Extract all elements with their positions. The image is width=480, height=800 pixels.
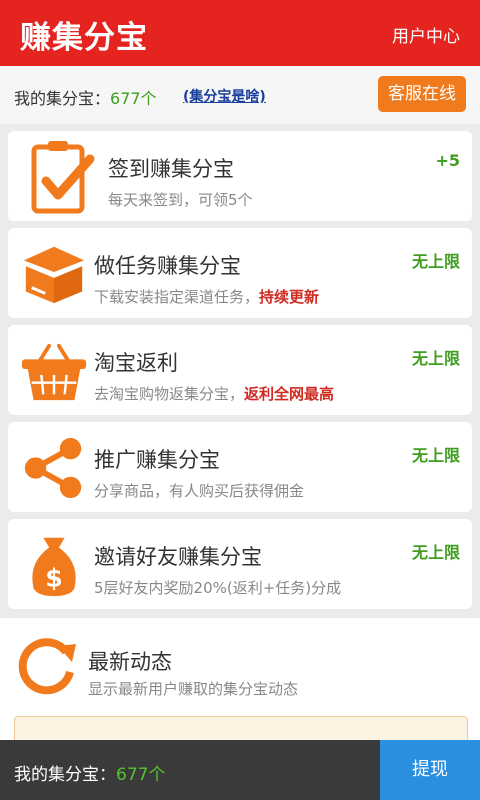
card-subtitle: 分享商品，有人购买后获得佣金 [94, 480, 304, 501]
user-center-link[interactable]: 用户中心 [392, 22, 460, 47]
footer-balance-label: 我的集分宝：677个 [14, 760, 165, 785]
card-subtitle: 5层好友内奖励20%(返利+任务)分成 [94, 577, 341, 598]
clipboard-check-icon [31, 141, 95, 214]
card-subtitle-text: 下载安装指定渠道任务， [94, 288, 260, 306]
latest-news-section: 最新动态 显示最新用户赚取的集分宝动态 [0, 618, 480, 758]
card-subtitle-text: 5层好友内奖励20%(返利+任务)分成 [94, 579, 342, 597]
card-subtitle: 去淘宝购物返集分宝，返利全网最高 [94, 383, 334, 404]
what-is-jifenbao-link[interactable]: (集分宝是啥) [183, 86, 266, 106]
page-title: 赚集分宝 [20, 20, 148, 56]
taobao-rebate-card[interactable]: 淘宝返利 去淘宝购物返集分宝，返利全网最高 无上限 [8, 325, 472, 415]
balance-bar: 我的集分宝：677个 (集分宝是啥) 客服在线 [0, 66, 480, 124]
balance-label: 我的集分宝：677个 [14, 85, 157, 109]
refresh-icon [18, 638, 76, 695]
promote-card[interactable]: 推广赚集分宝 分享商品，有人购买后获得佣金 无上限 [8, 422, 472, 512]
balance-value: 677个 [110, 89, 157, 108]
card-title: 推广赚集分宝 [94, 448, 220, 472]
card-highlight: 返利全网最高 [244, 385, 335, 403]
news-title: 最新动态 [88, 650, 172, 674]
tasks-card[interactable]: 做任务赚集分宝 下载安装指定渠道任务，持续更新 无上限 [8, 228, 472, 318]
card-subtitle-text: 分享商品，有人购买后获得佣金 [94, 482, 305, 500]
footer-balance-text: 我的集分宝： [14, 765, 116, 785]
shopping-basket-icon [21, 343, 87, 401]
withdraw-button[interactable]: 提现 [380, 740, 480, 800]
customer-service-button[interactable]: 客服在线 [378, 76, 466, 112]
card-reward: +5 [435, 151, 460, 170]
card-subtitle: 每天来签到，可领5个 [108, 189, 253, 210]
card-subtitle-text: 每天来签到，可领5个 [108, 191, 253, 209]
news-subtitle: 显示最新用户赚取的集分宝动态 [88, 680, 299, 698]
footer-bar: 我的集分宝：677个 提现 [0, 740, 480, 800]
card-subtitle-text: 去淘宝购物返集分宝， [94, 385, 245, 403]
card-title: 做任务赚集分宝 [94, 254, 241, 278]
card-reward: 无上限 [411, 446, 460, 465]
share-icon [24, 437, 82, 499]
card-subtitle: 下载安装指定渠道任务，持续更新 [94, 286, 319, 307]
footer-balance-value: 677个 [116, 765, 166, 785]
app-header: 赚集分宝 用户中心 [0, 0, 480, 66]
card-title: 签到赚集分宝 [108, 157, 234, 181]
checkin-card[interactable]: 签到赚集分宝 每天来签到，可领5个 +5 [8, 131, 472, 221]
card-reward: 无上限 [411, 349, 460, 368]
money-bag-icon: $ [32, 537, 76, 597]
open-box-icon [23, 246, 85, 304]
card-highlight: 持续更新 [259, 288, 320, 306]
card-reward: 无上限 [411, 543, 460, 562]
card-title: 邀请好友赚集分宝 [94, 545, 262, 569]
card-reward: 无上限 [411, 252, 460, 271]
card-title: 淘宝返利 [94, 351, 178, 375]
invite-friends-card[interactable]: $ 邀请好友赚集分宝 5层好友内奖励20%(返利+任务)分成 无上限 [8, 519, 472, 609]
balance-label-text: 我的集分宝： [14, 89, 111, 108]
svg-text:$: $ [45, 563, 63, 592]
